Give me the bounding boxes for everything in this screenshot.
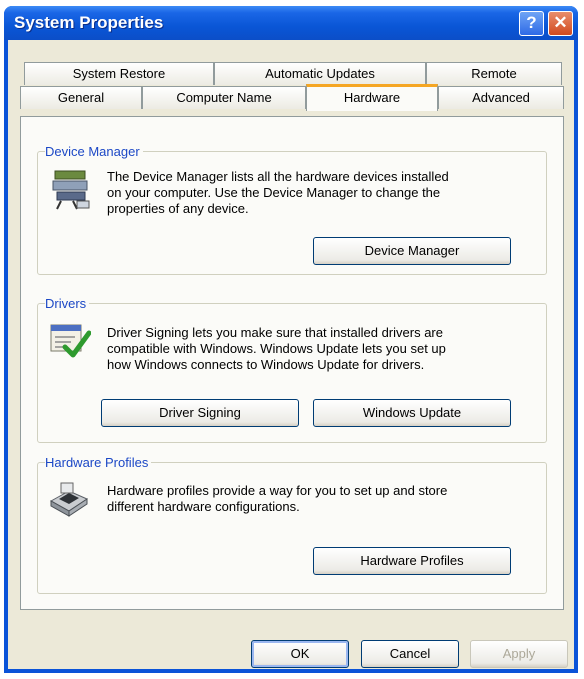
hardware-profile-icon [49,482,89,517]
description-line: on your computer. Use the Device Manager… [107,185,441,200]
description-line: Hardware profiles provide a way for you … [107,483,448,498]
apply-button[interactable]: Apply [470,640,568,668]
hardware-profiles-button[interactable]: Hardware Profiles [313,547,511,575]
window-title: System Properties [14,13,164,32]
description-line: compatible with Windows. Windows Update … [107,341,446,356]
title-bar[interactable]: System Properties ? ✕ [4,6,578,40]
description-line: Driver Signing lets you make sure that i… [107,325,443,340]
description-line: The Device Manager lists all the hardwar… [107,169,449,184]
description-line: how Windows connects to Windows Update f… [107,357,425,372]
drivers-description: Driver Signing lets you make sure that i… [107,325,446,373]
ok-button[interactable]: OK [251,640,349,668]
dialog-client-area: System Restore Automatic Updates Remote … [8,40,574,669]
close-icon: ✕ [553,13,568,32]
close-button[interactable]: ✕ [548,11,573,36]
description-line: properties of any device. [107,201,249,216]
hardware-profiles-description: Hardware profiles provide a way for you … [107,483,447,515]
cancel-button[interactable]: Cancel [361,640,459,668]
device-manager-group-title: Device Manager [45,144,143,159]
tab-general[interactable]: General [20,86,142,109]
tab-remote[interactable]: Remote [426,62,562,85]
driver-signing-button[interactable]: Driver Signing [101,399,299,427]
device-manager-icon [52,170,90,210]
driver-signing-icon [50,324,91,358]
tab-system-restore[interactable]: System Restore [24,62,214,85]
drivers-group-title: Drivers [45,296,90,311]
system-properties-window: System Properties ? ✕ System Restore Aut… [4,6,578,673]
windows-update-button[interactable]: Windows Update [313,399,511,427]
tab-automatic-updates[interactable]: Automatic Updates [214,62,426,85]
device-manager-description: The Device Manager lists all the hardwar… [107,169,449,217]
hardware-tab-panel: Device Manager The Device Manager lists … [20,116,564,610]
device-manager-button[interactable]: Device Manager [313,237,511,265]
hardware-profiles-group-title: Hardware Profiles [45,455,152,470]
tab-advanced[interactable]: Advanced [438,86,564,109]
tab-hardware[interactable]: Hardware [306,84,438,111]
description-line: different hardware configurations. [107,499,300,514]
help-icon: ? [526,13,537,32]
tab-computer-name[interactable]: Computer Name [142,86,306,109]
help-button[interactable]: ? [519,11,544,36]
